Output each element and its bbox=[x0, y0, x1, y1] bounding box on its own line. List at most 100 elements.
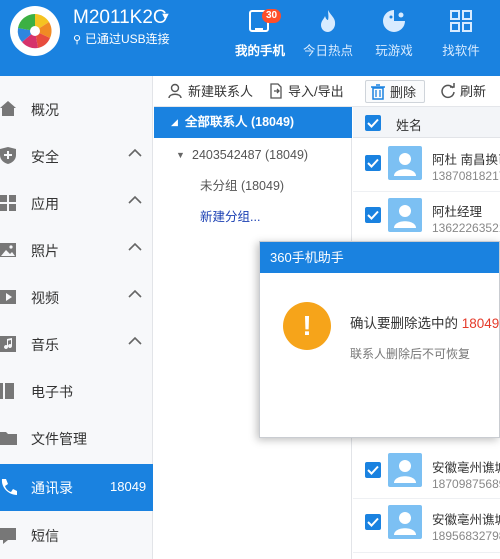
contacts-icon bbox=[1, 479, 17, 495]
sidebar-item-photos[interactable]: 照片 bbox=[0, 227, 153, 274]
contacts-count: 18049 bbox=[110, 479, 147, 494]
new-group-link[interactable]: 新建分组... bbox=[154, 202, 352, 233]
confirm-message-prefix: 确认要删除选中的 bbox=[350, 316, 458, 331]
expand-arrow-icon[interactable]: ▼ bbox=[176, 140, 185, 171]
tab-hot-news[interactable]: 今日热点 bbox=[296, 0, 360, 76]
user-icon bbox=[394, 205, 416, 228]
grid-icon bbox=[0, 195, 16, 211]
connection-status: ⚲ 已通过USB连接 bbox=[73, 30, 170, 47]
contact-name: 安徽亳州谯城 bbox=[432, 461, 500, 475]
collapse-arrow-icon[interactable]: ◢ bbox=[171, 107, 178, 138]
row-checkbox[interactable] bbox=[365, 462, 381, 478]
warning-icon: ! bbox=[283, 302, 331, 350]
sidebar-item-label: 文件管理 bbox=[31, 431, 87, 447]
sidebar-item-contacts[interactable]: 通讯录 18049 bbox=[0, 464, 153, 511]
row-checkbox[interactable] bbox=[365, 207, 381, 223]
new-contact-button[interactable]: 新建联系人 bbox=[168, 80, 264, 103]
trash-icon bbox=[371, 84, 385, 100]
group-ungrouped[interactable]: 未分组 (18049) bbox=[154, 171, 352, 202]
sidebar-item-label: 概况 bbox=[31, 102, 59, 118]
tab-my-phone-label: 我的手机 bbox=[234, 44, 285, 58]
dialog-title[interactable]: 360手机助手 bbox=[260, 242, 499, 273]
check-icon bbox=[367, 517, 379, 527]
delete-label: 删除 bbox=[390, 85, 417, 100]
select-all-checkbox[interactable] bbox=[365, 115, 381, 131]
user-icon bbox=[394, 460, 416, 483]
check-icon bbox=[367, 210, 379, 220]
folder-icon bbox=[0, 432, 17, 445]
confirm-message-count: 18049 bbox=[461, 316, 500, 331]
check-icon bbox=[367, 118, 379, 128]
tab-games[interactable]: 玩游戏 bbox=[362, 0, 426, 76]
delete-button[interactable]: 删除 bbox=[365, 80, 425, 103]
contact-row[interactable]: 安徽亳州谯城 18709875689 bbox=[353, 445, 500, 499]
avatar bbox=[388, 453, 422, 487]
contact-row[interactable]: 阿杜 南昌换币 13870818217 bbox=[353, 138, 500, 192]
sidebar-item-video[interactable]: 视频 bbox=[0, 274, 153, 321]
apps-icon bbox=[450, 10, 472, 32]
confirm-message: 确认要删除选中的 18049 bbox=[350, 312, 499, 332]
sidebar-item-security[interactable]: 安全 bbox=[0, 133, 153, 180]
tab-hot-news-label: 今日热点 bbox=[302, 44, 353, 58]
device-name[interactable]: M2011K2C bbox=[73, 7, 167, 29]
avatar bbox=[388, 146, 422, 180]
sidebar-item-label: 照片 bbox=[31, 243, 59, 259]
video-icon bbox=[0, 290, 16, 304]
refresh-label: 刷新 bbox=[460, 84, 487, 99]
usb-icon: ⚲ bbox=[73, 34, 82, 46]
app-logo bbox=[10, 6, 60, 56]
chevron-up-icon[interactable] bbox=[128, 193, 142, 207]
refresh-button[interactable]: 刷新 bbox=[440, 80, 496, 103]
tab-find-apps[interactable]: 找软件 bbox=[429, 0, 493, 76]
row-checkbox[interactable] bbox=[365, 155, 381, 171]
chevron-up-icon[interactable] bbox=[128, 146, 142, 160]
avatar bbox=[388, 505, 422, 539]
refresh-icon bbox=[441, 83, 455, 99]
sidebar-item-overview[interactable]: 概况 bbox=[0, 86, 153, 133]
fire-icon bbox=[321, 10, 336, 32]
new-group-label: 新建分组... bbox=[200, 210, 261, 224]
add-user-icon bbox=[168, 83, 182, 99]
contact-row[interactable]: 阿杜经理 13622263521 bbox=[353, 192, 500, 246]
avatar bbox=[388, 198, 422, 232]
user-icon bbox=[394, 512, 416, 535]
tab-find-apps-label: 找软件 bbox=[442, 44, 480, 58]
confirm-sub-message: 联系人删除后不可恢复 bbox=[350, 347, 471, 361]
group-account-label: 2403542487 (18049) bbox=[192, 148, 309, 162]
row-checkbox[interactable] bbox=[365, 514, 381, 530]
chevron-up-icon[interactable] bbox=[128, 334, 142, 348]
contact-name: 阿杜 南昌换币 bbox=[432, 153, 500, 167]
sidebar-item-label: 安全 bbox=[31, 149, 59, 165]
chevron-up-icon[interactable] bbox=[128, 240, 142, 254]
contact-row[interactable]: 安徽亳州谯城 18956832798 bbox=[353, 499, 500, 553]
contact-phone: 18956832798 bbox=[432, 529, 500, 543]
contact-name: 安徽亳州谯城 bbox=[432, 513, 500, 527]
import-export-label: 导入/导出 bbox=[288, 84, 344, 99]
contact-phone: 13870818217 bbox=[432, 169, 500, 183]
tab-games-label: 玩游戏 bbox=[375, 44, 413, 58]
confirm-delete-dialog: 360手机助手 ! 确认要删除选中的 18049 联系人删除后不可恢复 bbox=[259, 241, 500, 438]
check-icon bbox=[367, 158, 379, 168]
group-account[interactable]: ▼ 2403542487 (18049) bbox=[154, 140, 352, 171]
connection-status-text: 已通过USB连接 bbox=[85, 32, 170, 46]
sidebar-item-label: 音乐 bbox=[31, 337, 59, 353]
sidebar-item-apps[interactable]: 应用 bbox=[0, 180, 153, 227]
group-all-contacts[interactable]: ◢ 全部联系人 (18049) bbox=[154, 107, 352, 138]
image-icon bbox=[0, 243, 16, 257]
contacts-list-header: 姓名 bbox=[353, 107, 500, 138]
sidebar-item-label: 应用 bbox=[31, 196, 59, 212]
book-icon bbox=[0, 383, 14, 399]
chevron-up-icon[interactable] bbox=[128, 287, 142, 301]
contacts-toolbar: 新建联系人 导入/导出 删除 刷新 bbox=[154, 76, 500, 107]
sidebar-item-file-manager[interactable]: 文件管理 bbox=[0, 415, 153, 462]
group-ungrouped-label: 未分组 (18049) bbox=[200, 179, 285, 193]
device-dropdown-icon[interactable]: ▼ bbox=[160, 11, 171, 23]
sidebar-item-ebooks[interactable]: 电子书 bbox=[0, 368, 153, 415]
sidebar-item-music[interactable]: 音乐 bbox=[0, 321, 153, 368]
tab-my-phone[interactable]: 30 我的手机 bbox=[228, 0, 292, 76]
sidebar-item-sms[interactable]: 短信 bbox=[0, 512, 153, 559]
check-icon bbox=[367, 465, 379, 475]
group-all-contacts-label: 全部联系人 (18049) bbox=[185, 115, 295, 129]
sidebar: 概况 安全 应用 照片 视频 音乐 电子书 文件管理 通讯录 18049 短信 bbox=[0, 76, 153, 559]
import-export-button[interactable]: 导入/导出 bbox=[268, 80, 354, 103]
